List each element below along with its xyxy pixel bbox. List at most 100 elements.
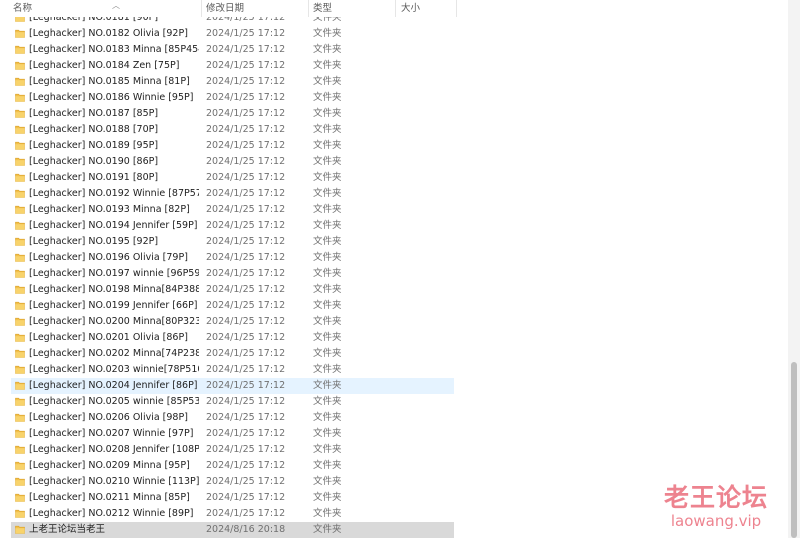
file-type: 文件夹 <box>313 428 342 439</box>
column-divider[interactable] <box>308 0 309 17</box>
file-type: 文件夹 <box>313 124 342 135</box>
file-date: 2024/1/25 17:12 <box>206 76 286 87</box>
file-row[interactable]: [Leghacker] NO.0189 [95P] 2024/1/25 17:12… <box>0 138 788 154</box>
file-name: [Leghacker] NO.0209 Minna [95P] <box>29 460 190 471</box>
file-row[interactable]: [Leghacker] NO.0206 Olivia [98P] 2024/1/2… <box>0 410 788 426</box>
file-name: [Leghacker] NO.0184 Zen [75P] <box>29 60 180 71</box>
file-row[interactable]: [Leghacker] NO.0188 [70P] 2024/1/25 17:12… <box>0 122 788 138</box>
folder-icon <box>15 189 25 198</box>
file-row[interactable]: [Leghacker] NO.0205 winnie [85P532... 202… <box>0 394 788 410</box>
file-row[interactable]: [Leghacker] NO.0207 Winnie [97P] 2024/1/2… <box>0 426 788 442</box>
file-row[interactable]: [Leghacker] NO.0194 Jennifer [59P] 2024/1… <box>0 218 788 234</box>
file-row[interactable]: [Leghacker] NO.0184 Zen [75P] 2024/1/25 1… <box>0 58 788 74</box>
file-date: 2024/1/25 17:12 <box>206 492 286 503</box>
file-type: 文件夹 <box>313 156 342 167</box>
file-date: 2024/1/25 17:12 <box>206 460 286 471</box>
file-list-view: 名称 ︿ 修改日期 类型 大小 [Leghacker] NO.0181 [90P… <box>0 0 800 538</box>
file-type: 文件夹 <box>313 220 342 231</box>
file-name: [Leghacker] NO.0206 Olivia [98P] <box>29 412 188 423</box>
column-divider[interactable] <box>456 0 457 17</box>
column-header-type[interactable]: 类型 <box>312 0 396 17</box>
file-type: 文件夹 <box>313 348 342 359</box>
file-date: 2024/1/25 17:12 <box>206 92 286 103</box>
column-header-name[interactable]: 名称 ︿ <box>12 0 202 17</box>
file-row[interactable]: [Leghacker] NO.0195 [92P] 2024/1/25 17:12… <box>0 234 788 250</box>
file-name: [Leghacker] NO.0185 Minna [81P] <box>29 76 190 87</box>
file-type: 文件夹 <box>313 236 342 247</box>
file-date: 2024/1/25 17:12 <box>206 108 286 119</box>
column-header-date[interactable]: 修改日期 <box>205 0 308 17</box>
folder-icon <box>15 29 25 38</box>
file-date: 2024/1/25 17:12 <box>206 396 286 407</box>
file-row[interactable]: [Leghacker] NO.0199 Jennifer [66P] 2024/1… <box>0 298 788 314</box>
folder-icon <box>15 157 25 166</box>
file-name: [Leghacker] NO.0189 [95P] <box>29 140 159 151</box>
folder-icon <box>15 285 25 294</box>
file-row[interactable]: [Leghacker] NO.0186 Winnie [95P] 2024/1/2… <box>0 90 788 106</box>
file-row[interactable]: [Leghacker] NO.0183 Minna [85P454.... 202… <box>0 42 788 58</box>
file-name: [Leghacker] NO.0204 Jennifer [86P] <box>29 380 198 391</box>
column-header-size-label: 大小 <box>401 3 421 14</box>
file-type: 文件夹 <box>313 396 342 407</box>
folder-icon <box>15 493 25 502</box>
file-row[interactable]: [Leghacker] NO.0197 winnie [96P593... 202… <box>0 266 788 282</box>
file-name: [Leghacker] NO.0210 Winnie [113P] <box>29 476 199 487</box>
file-row[interactable]: [Leghacker] NO.0202 Minna[74P238M] 2024/1… <box>0 346 788 362</box>
file-type: 文件夹 <box>313 204 342 215</box>
file-date: 2024/1/25 17:12 <box>206 364 286 375</box>
file-type: 文件夹 <box>313 188 342 199</box>
watermark: 老王论坛 laowang.vip <box>664 484 768 531</box>
folder-icon <box>15 509 25 518</box>
file-date: 2024/1/25 17:12 <box>206 124 286 135</box>
file-date: 2024/1/25 17:12 <box>206 444 286 455</box>
folder-icon <box>15 301 25 310</box>
file-type: 文件夹 <box>313 460 342 471</box>
vertical-scrollbar[interactable] <box>788 0 800 538</box>
file-row[interactable]: [Leghacker] NO.0208 Jennifer [108P] 2024/… <box>0 442 788 458</box>
file-type: 文件夹 <box>313 284 342 295</box>
file-name: [Leghacker] NO.0186 Winnie [95P] <box>29 92 194 103</box>
file-row[interactable]: [Leghacker] NO.0185 Minna [81P] 2024/1/25… <box>0 74 788 90</box>
column-header-name-label: 名称 <box>13 3 33 14</box>
folder-icon <box>15 397 25 406</box>
file-row[interactable]: [Leghacker] NO.0200 Minna[80P323M] 2024/1… <box>0 314 788 330</box>
column-divider[interactable] <box>395 0 396 17</box>
folder-icon <box>15 429 25 438</box>
file-date: 2024/1/25 17:12 <box>206 204 286 215</box>
folder-icon <box>15 109 25 118</box>
column-header-date-label: 修改日期 <box>206 3 245 14</box>
file-row[interactable]: [Leghacker] NO.0203 winnie[78P510... 2024… <box>0 362 788 378</box>
file-row[interactable]: [Leghacker] NO.0209 Minna [95P] 2024/1/25… <box>0 458 788 474</box>
folder-icon <box>15 525 25 534</box>
file-date: 2024/1/25 17:12 <box>206 428 286 439</box>
file-date: 2024/1/25 17:12 <box>206 236 286 247</box>
file-row[interactable]: [Leghacker] NO.0198 Minna[84P388M] 2024/1… <box>0 282 788 298</box>
file-row[interactable]: [Leghacker] NO.0192 Winnie [87P571... 202… <box>0 186 788 202</box>
column-header: 名称 ︿ 修改日期 类型 大小 <box>0 0 788 17</box>
file-date: 2024/1/25 17:12 <box>206 188 286 199</box>
file-row[interactable]: [Leghacker] NO.0191 [80P] 2024/1/25 17:12… <box>0 170 788 186</box>
file-date: 2024/1/25 17:12 <box>206 156 286 167</box>
file-row[interactable]: [Leghacker] NO.0201 Olivia [86P] 2024/1/2… <box>0 330 788 346</box>
file-row[interactable]: [Leghacker] NO.0204 Jennifer [86P] 2024/1… <box>0 378 788 394</box>
file-row[interactable]: [Leghacker] NO.0187 [85P] 2024/1/25 17:12… <box>0 106 788 122</box>
folder-icon <box>15 477 25 486</box>
folder-icon <box>15 93 25 102</box>
file-name: [Leghacker] NO.0196 Olivia [79P] <box>29 252 188 263</box>
file-row[interactable]: [Leghacker] NO.0196 Olivia [79P] 2024/1/2… <box>0 250 788 266</box>
folder-icon <box>15 141 25 150</box>
scrollbar-thumb[interactable] <box>791 362 797 538</box>
folder-icon <box>15 381 25 390</box>
folder-icon <box>15 45 25 54</box>
file-date: 2024/1/25 17:12 <box>206 332 286 343</box>
file-date: 2024/1/25 17:12 <box>206 284 286 295</box>
file-type: 文件夹 <box>313 140 342 151</box>
file-name: [Leghacker] NO.0182 Olivia [92P] <box>29 28 188 39</box>
file-row[interactable]: [Leghacker] NO.0190 [86P] 2024/1/25 17:12… <box>0 154 788 170</box>
folder-icon <box>15 253 25 262</box>
file-row[interactable]: [Leghacker] NO.0193 Minna [82P] 2024/1/25… <box>0 202 788 218</box>
column-divider[interactable] <box>201 0 202 17</box>
folder-icon <box>15 461 25 470</box>
column-header-size[interactable]: 大小 <box>400 0 456 17</box>
file-row[interactable]: [Leghacker] NO.0182 Olivia [92P] 2024/1/2… <box>0 26 788 42</box>
